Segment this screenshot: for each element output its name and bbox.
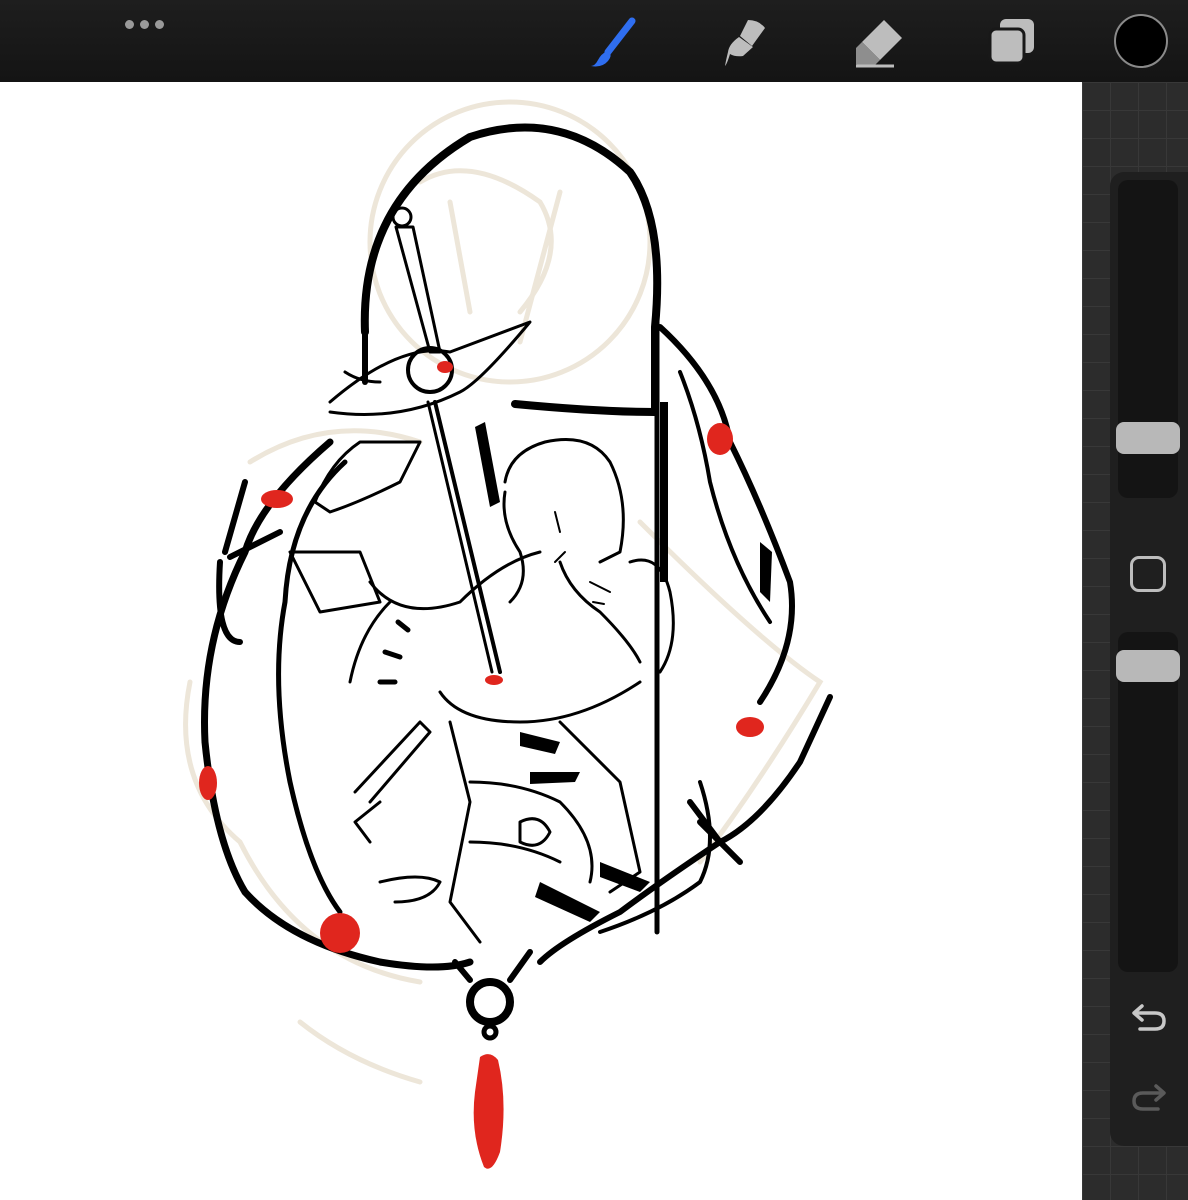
top-toolbar: [0, 0, 1188, 82]
line-art: [201, 123, 833, 1041]
brush-icon[interactable]: [588, 16, 640, 68]
smudge-icon[interactable]: [722, 16, 774, 68]
layers-icon[interactable]: [986, 16, 1038, 68]
more-actions-button[interactable]: [120, 14, 168, 34]
opacity-slider[interactable]: [1116, 632, 1180, 972]
color-swatch-button[interactable]: [1114, 14, 1168, 68]
brush-size-thumb[interactable]: [1116, 422, 1180, 454]
undo-icon[interactable]: [1130, 998, 1168, 1036]
drawing-canvas[interactable]: [0, 82, 1082, 1200]
ellipsis-icon: [124, 19, 134, 29]
artwork: [183, 99, 833, 1169]
square-icon[interactable]: [1130, 556, 1166, 592]
opacity-thumb[interactable]: [1116, 650, 1180, 682]
ink-accents: [475, 402, 772, 922]
sketch-layer: [183, 99, 824, 1085]
eraser-icon[interactable]: [854, 16, 906, 68]
brush-size-slider[interactable]: [1116, 180, 1180, 498]
ellipsis-dot: [154, 19, 164, 29]
side-toolbar: [1110, 172, 1188, 1146]
ellipsis-dot: [139, 19, 149, 29]
redo-icon[interactable]: [1130, 1078, 1168, 1116]
